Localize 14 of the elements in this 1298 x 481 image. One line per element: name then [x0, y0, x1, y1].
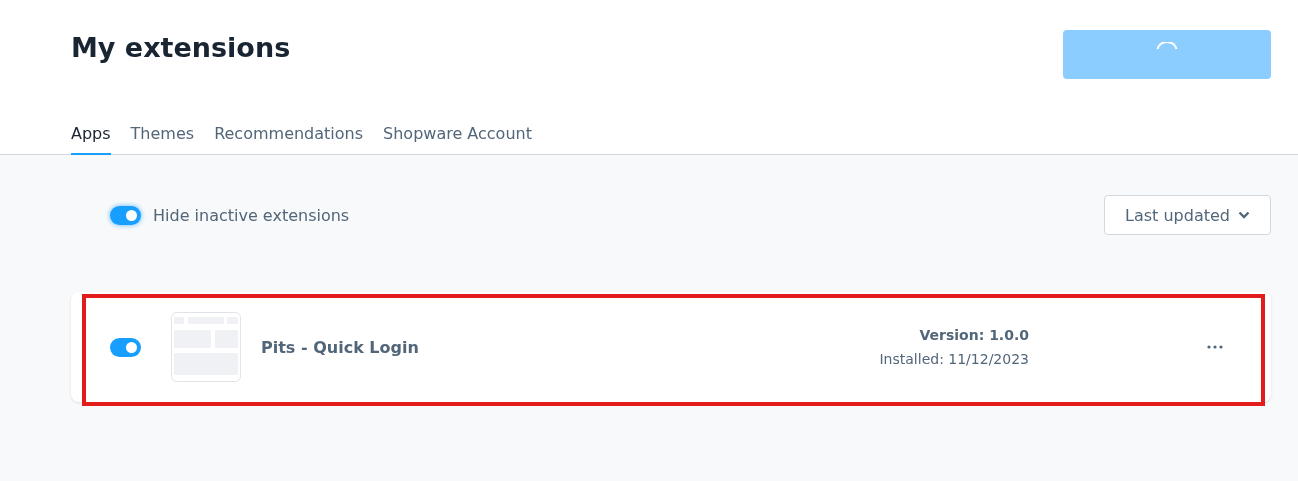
filter-label: Hide inactive extensions	[153, 205, 350, 225]
tab[interactable]: Themes	[130, 116, 195, 155]
tab[interactable]: Recommendations	[214, 116, 364, 155]
sort-dropdown[interactable]: Last updated	[1104, 195, 1271, 235]
placeholder-thumbnail-icon	[171, 312, 241, 382]
chevron-down-icon	[1238, 211, 1250, 219]
toggle-switch[interactable]	[110, 205, 141, 225]
page-title: My extensions	[71, 31, 291, 65]
tab[interactable]: Apps	[71, 116, 111, 155]
tab[interactable]: Shopware Account	[383, 116, 532, 155]
version-text: Version: 1.0.0	[919, 327, 1029, 343]
installed-date: Installed: 11/12/2023	[879, 351, 1029, 367]
extension-name: Pits - Quick Login	[261, 337, 420, 357]
toggle-switch[interactable]	[110, 337, 141, 357]
